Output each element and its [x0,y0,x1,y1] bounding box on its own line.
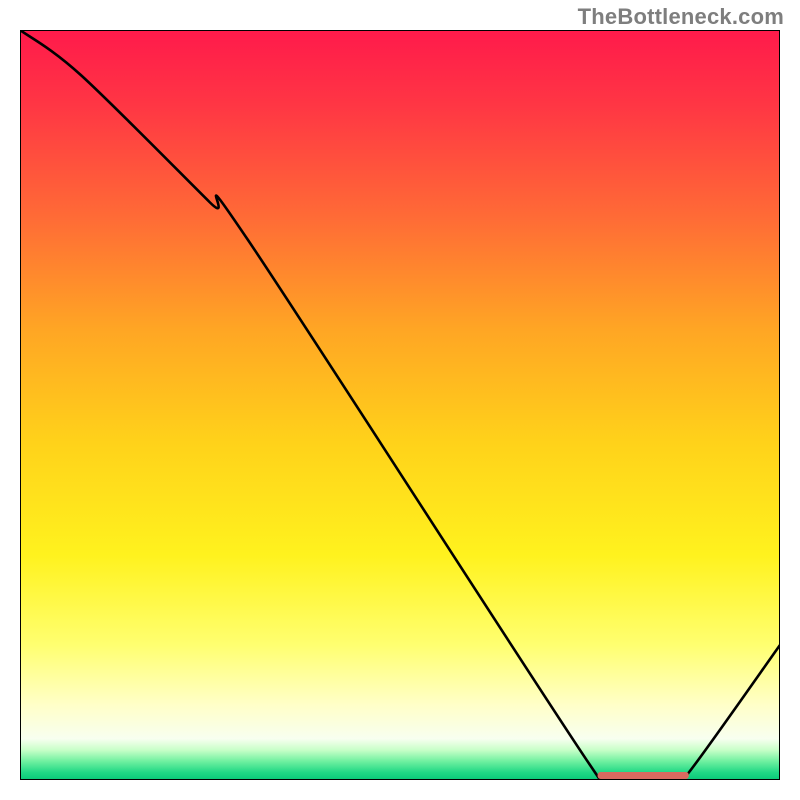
plot-area [20,30,780,780]
attribution-text: TheBottleneck.com [578,4,784,30]
optimal-range-marker [598,772,689,779]
gradient-background [20,30,780,780]
chart-container: TheBottleneck.com [0,0,800,800]
chart-svg [20,30,780,780]
